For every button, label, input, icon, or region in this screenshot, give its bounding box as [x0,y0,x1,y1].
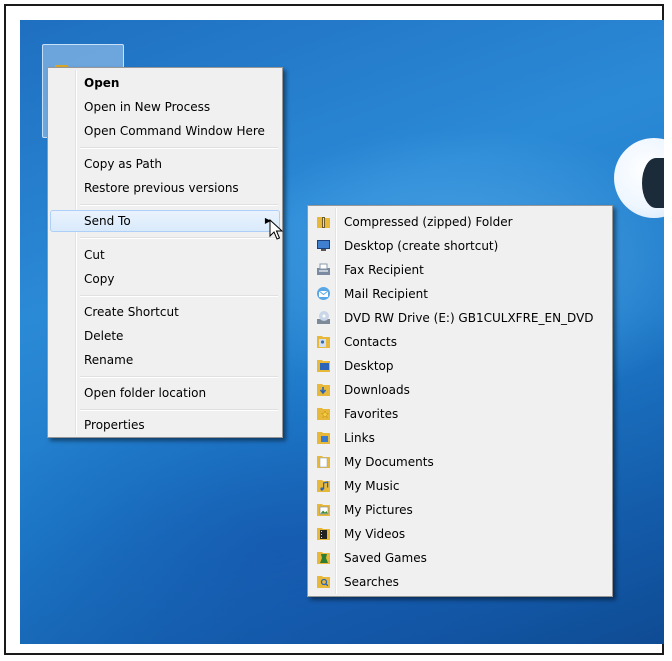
desktop-folder-icon [317,360,330,372]
send-to-item-label: Compressed (zipped) Folder [344,215,513,229]
send-to-item-label: Saved Games [344,551,427,565]
menu-item-send-to[interactable]: Send To ▶ [50,210,280,232]
send-to-item-label: Fax Recipient [344,263,424,277]
menu-item-cut[interactable]: Cut [50,244,280,266]
send-to-item-label: Desktop [344,359,394,373]
send-to-item-label: My Documents [344,455,434,469]
menu-item-copy-as-path[interactable]: Copy as Path [50,153,280,175]
wallpaper-shadow [642,158,664,208]
send-to-item-my-pictures[interactable]: My Pictures [310,498,610,522]
menu-item-properties[interactable]: Properties [50,414,280,436]
music-folder-icon [317,480,330,492]
send-to-item-desktop[interactable]: Desktop [310,354,610,378]
send-to-item-label: Searches [344,575,399,589]
menu-item-create-shortcut[interactable]: Create Shortcut [50,301,280,323]
send-to-item-desktop-shortcut[interactable]: Desktop (create shortcut) [310,234,610,258]
pictures-folder-icon [317,504,330,516]
menu-separator [80,204,278,206]
menu-item-delete[interactable]: Delete [50,325,280,347]
contacts-folder-icon [317,336,330,348]
send-to-item-favorites[interactable]: Favorites [310,402,610,426]
menu-item-send-to-label: Send To [84,214,131,228]
send-to-item-my-videos[interactable]: My Videos [310,522,610,546]
send-to-item-label: Links [344,431,375,445]
send-to-item-downloads[interactable]: Downloads [310,378,610,402]
send-to-item-label: My Music [344,479,400,493]
favorites-folder-icon [317,408,330,420]
zip-folder-icon [317,217,330,228]
send-to-item-label: Contacts [344,335,397,349]
mail-icon [317,287,330,300]
menu-separator [80,295,278,297]
send-to-item-my-documents[interactable]: My Documents [310,450,610,474]
send-to-item-label: DVD RW Drive (E:) GB1CULXFRE_EN_DVD [344,311,594,325]
menu-item-open-folder-location[interactable]: Open folder location [50,382,280,404]
links-folder-icon [317,432,330,444]
menu-separator [80,376,278,378]
menu-item-open-new-process[interactable]: Open in New Process [50,96,280,118]
menu-item-copy[interactable]: Copy [50,268,280,290]
send-to-item-contacts[interactable]: Contacts [310,330,610,354]
menu-item-open-command-window[interactable]: Open Command Window Here [50,120,280,142]
send-to-item-links[interactable]: Links [310,426,610,450]
desktop-icon [317,240,330,251]
searches-folder-icon [317,576,330,588]
mouse-pointer-icon [269,219,283,240]
menu-separator [80,237,278,239]
dvd-drive-icon [317,311,330,324]
send-to-item-label: Downloads [344,383,410,397]
send-to-item-fax-recipient[interactable]: Fax Recipient [310,258,610,282]
menu-item-restore-previous-versions[interactable]: Restore previous versions [50,177,280,199]
send-to-item-searches[interactable]: Searches [310,570,610,594]
send-to-item-dvd-drive[interactable]: DVD RW Drive (E:) GB1CULXFRE_EN_DVD [310,306,610,330]
fax-icon [317,263,330,275]
menu-separator [80,147,278,149]
menu-separator [80,409,278,411]
send-to-item-compressed-folder[interactable]: Compressed (zipped) Folder [310,210,610,234]
send-to-item-label: Favorites [344,407,399,421]
send-to-item-label: My Videos [344,527,406,541]
documents-folder-icon [317,456,330,468]
send-to-item-saved-games[interactable]: Saved Games [310,546,610,570]
context-menu: Open Open in New Process Open Command Wi… [47,67,283,438]
send-to-item-mail-recipient[interactable]: Mail Recipient [310,282,610,306]
send-to-item-label: My Pictures [344,503,413,517]
videos-folder-icon [317,528,330,540]
send-to-item-label: Mail Recipient [344,287,428,301]
saved-games-folder-icon [317,552,330,564]
send-to-item-my-music[interactable]: My Music [310,474,610,498]
menu-item-open[interactable]: Open [50,72,280,94]
send-to-submenu: Compressed (zipped) Folder Desktop (crea… [307,205,613,597]
send-to-item-label: Desktop (create shortcut) [344,239,499,253]
downloads-folder-icon [317,384,330,396]
menu-item-rename[interactable]: Rename [50,349,280,371]
